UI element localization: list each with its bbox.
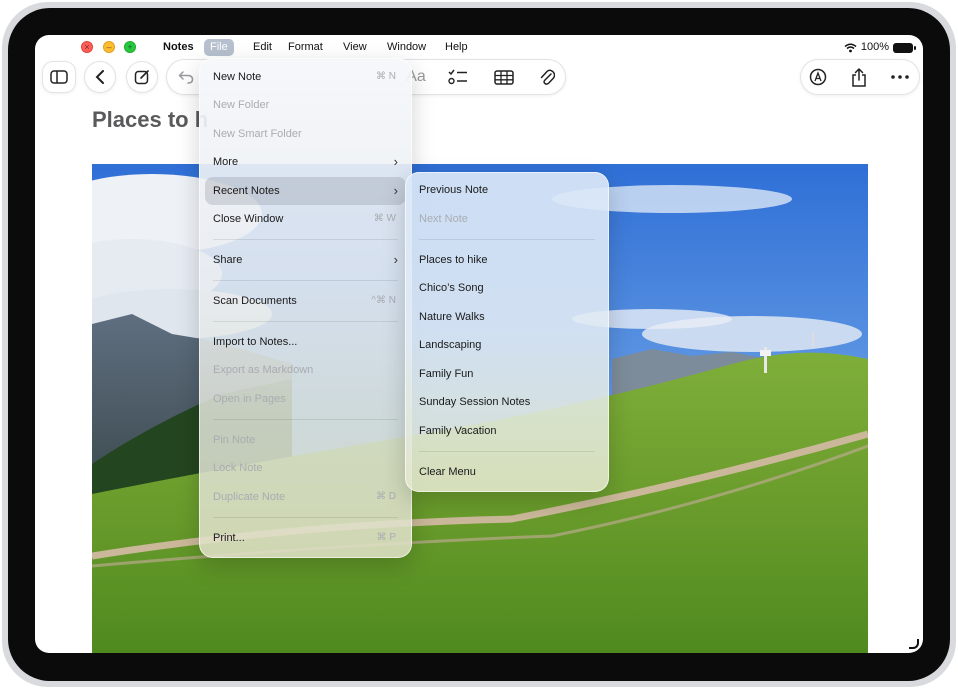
menu-separator [213,517,398,518]
menu-item-clear-menu[interactable]: Clear Menu [411,458,603,486]
back-button[interactable] [85,62,115,92]
table-icon [494,69,514,85]
screen: × – + Notes File Edit Format View Window… [35,35,923,653]
menu-item-label: New Note [213,71,262,83]
menu-item-label: Lock Note [213,462,263,474]
menu-item-lock-note[interactable]: Lock Note [205,454,406,482]
menu-separator [213,239,398,240]
markup-icon [809,68,827,86]
menu-item-duplicate-note[interactable]: Duplicate Note ⌘ D [205,483,406,511]
menu-item-label: New Folder [213,99,270,111]
menu-item-label: Recent Notes [213,185,280,197]
menu-item-label: Print... [213,532,245,544]
menu-item-new-folder[interactable]: New Folder [205,91,406,119]
menu-item-shortcut: ^⌘ N [371,295,396,306]
menu-item-recent-note[interactable]: Sunday Session Notes [411,388,603,416]
menu-item-label: Duplicate Note [213,491,286,503]
minimize-window-button[interactable]: – [103,41,115,53]
menu-item-open-in-pages[interactable]: Open in Pages [205,385,406,413]
menu-separator [213,321,398,322]
menu-item-share[interactable]: Share › [205,246,406,274]
battery-percentage: 100% [860,41,889,53]
menu-item-new-note[interactable]: New Note ⌘ N [205,63,406,91]
menu-item-print[interactable]: Print... ⌘ P [205,524,406,552]
menu-item-shortcut: ⌘ W [373,213,396,224]
more-button[interactable] [885,62,915,92]
attachment-button[interactable] [532,62,562,92]
chevron-right-icon: › [393,154,398,169]
menu-separator [419,239,595,240]
battery-icon [893,42,916,53]
menu-item-next-note[interactable]: Next Note [411,205,603,233]
recent-notes-submenu: Previous Note Next Note Places to hike C… [405,172,609,492]
menu-item-label: Scan Documents [213,295,297,307]
menu-item-pin-note[interactable]: Pin Note [205,426,406,454]
expand-icon: + [127,42,133,52]
status-area: 100% [844,39,916,56]
wifi-icon [844,43,857,52]
compose-icon [134,70,149,85]
menu-item-previous-note[interactable]: Previous Note [411,176,603,204]
chevron-right-icon: › [393,183,398,198]
menu-view[interactable]: View [337,39,373,56]
menu-item-export-as-markdown[interactable]: Export as Markdown [205,356,406,384]
undo-button[interactable] [171,62,201,92]
sidebar-icon [50,70,68,84]
menu-item-label: More [213,156,239,168]
file-menu: New Note ⌘ N New Folder New Smart Folder … [199,58,412,558]
menu-item-recent-notes[interactable]: Recent Notes › [205,177,406,205]
menu-item-label: New Smart Folder [213,128,302,140]
menu-item-recent-note[interactable]: Chico’s Song [411,274,603,302]
menu-item-recent-note[interactable]: Landscaping [411,331,603,359]
menu-item-label: Export as Markdown [213,364,314,376]
note-title[interactable]: Places to h [92,107,208,133]
menu-item-label: Import to Notes... [213,336,298,348]
menu-item-label: Open in Pages [213,393,286,405]
menu-separator [419,451,595,452]
menu-item-label: Close Window [213,213,284,225]
menu-item-shortcut: ⌘ P [376,532,396,543]
menu-item-label: Pin Note [213,434,256,446]
menu-edit[interactable]: Edit [247,39,278,56]
close-icon: × [84,42,90,52]
menu-app-notes[interactable]: Notes [157,39,200,56]
menu-item-shortcut: ⌘ N [376,71,396,82]
paperclip-icon [540,69,555,85]
share-button[interactable] [844,62,874,92]
share-icon [852,67,866,87]
close-window-button[interactable]: × [81,41,93,53]
undo-icon [178,71,194,84]
menu-window[interactable]: Window [381,39,432,56]
menu-item-new-smart-folder[interactable]: New Smart Folder [205,120,406,148]
menu-separator [213,280,398,281]
markup-button[interactable] [803,62,833,92]
menu-format[interactable]: Format [282,39,329,56]
menu-item-shortcut: ⌘ D [376,491,396,502]
chevron-left-icon [95,70,104,84]
menu-item-label: Share [213,254,243,266]
menu-file[interactable]: File [204,39,234,56]
resize-handle[interactable] [909,639,919,649]
chevron-right-icon: › [393,252,398,267]
checklist-button[interactable] [443,62,473,92]
menu-item-close-window[interactable]: Close Window ⌘ W [205,205,406,233]
menu-item-recent-note[interactable]: Places to hike [411,246,603,274]
menu-help[interactable]: Help [439,39,474,56]
menu-bar: × – + Notes File Edit Format View Window… [35,35,923,61]
menu-item-import-to-notes[interactable]: Import to Notes... [205,328,406,356]
menu-item-more[interactable]: More › [205,148,406,176]
menu-item-recent-note[interactable]: Family Fun [411,360,603,388]
fullscreen-window-button[interactable]: + [124,41,136,53]
menu-item-recent-note[interactable]: Family Vacation [411,417,603,445]
ellipsis-icon [891,75,909,79]
menu-item-recent-note[interactable]: Nature Walks [411,303,603,331]
minus-icon: – [106,42,112,52]
menu-item-scan-documents[interactable]: Scan Documents ^⌘ N [205,287,406,315]
compose-button[interactable] [127,62,157,92]
checklist-icon [448,69,467,85]
menu-separator [213,419,398,420]
sidebar-toggle-button[interactable] [43,62,75,92]
table-button[interactable] [489,62,519,92]
